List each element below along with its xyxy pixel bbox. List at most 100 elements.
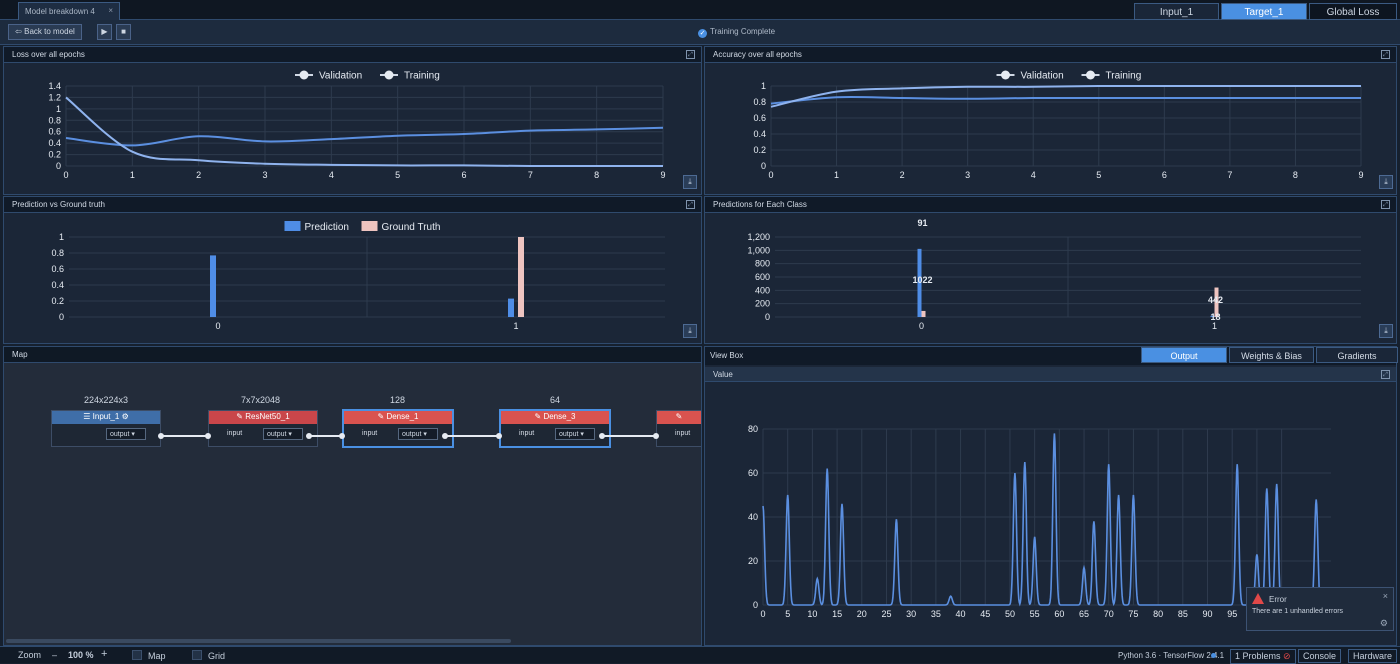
legend-label: Prediction — [305, 222, 349, 233]
node-dense-3[interactable]: ✎ Dense_3 input output ▾ — [499, 409, 611, 448]
back-to-model-button[interactable]: ⇦ Back to model — [8, 24, 82, 40]
port-dot[interactable] — [306, 433, 312, 439]
stop-button[interactable]: ■ — [116, 24, 131, 40]
prediction-vs-ground-truth-chart: 0 0.2 0.4 0.6 0.8 1 0 1 Prediction Ground Truth — [51, 221, 665, 331]
data-label: 91 — [917, 218, 927, 228]
y-tick-label: 1 — [56, 104, 61, 114]
tab-gradients[interactable]: Gradients — [1316, 347, 1398, 363]
tab-output[interactable]: Output — [1141, 347, 1227, 363]
document-tab-label: Model breakdown 4 — [25, 7, 95, 16]
series-line — [762, 433, 1331, 607]
download-icon[interactable]: ⤓ — [1379, 324, 1393, 338]
download-icon[interactable]: ⤓ — [683, 324, 697, 338]
legend-label: Ground Truth — [382, 222, 441, 233]
expand-icon[interactable]: ⤢ — [686, 50, 695, 59]
stop-icon: ■ — [121, 27, 126, 36]
bar — [921, 310, 926, 317]
play-button[interactable]: ▶ — [97, 24, 112, 40]
close-icon[interactable]: × — [108, 6, 113, 15]
console-button[interactable]: Console — [1298, 649, 1342, 663]
node-title: Dense_3 — [543, 412, 576, 421]
output-select[interactable]: output ▾ — [398, 428, 438, 440]
port-dot[interactable] — [442, 433, 448, 439]
tab-global-loss[interactable]: Global Loss — [1309, 3, 1397, 20]
port-dot[interactable] — [599, 433, 605, 439]
checkbox[interactable] — [132, 650, 142, 660]
zoom-label: Zoom — [18, 650, 42, 660]
download-icon[interactable]: ⤓ — [683, 175, 697, 189]
y-tick-label: 0.4 — [753, 129, 766, 139]
tab-weights-bias[interactable]: Weights & Bias — [1229, 347, 1314, 363]
problems-button[interactable]: 1 Problems ⊘ — [1230, 649, 1296, 664]
expand-icon[interactable]: ⤢ — [1381, 370, 1390, 379]
x-tick-label: 40 — [956, 609, 966, 619]
x-tick-label: 9 — [660, 170, 665, 180]
y-tick-label: 0.4 — [51, 280, 64, 290]
output-select-value: output — [402, 431, 422, 438]
node-offscreen[interactable]: ✎ input — [656, 410, 701, 447]
close-icon[interactable]: × — [1383, 591, 1388, 601]
expand-icon[interactable]: ⤢ — [1381, 50, 1390, 59]
node-header: ✎ Dense_3 — [501, 411, 609, 424]
y-tick-label: 40 — [748, 512, 758, 522]
y-tick-label: 0.2 — [51, 296, 64, 306]
x-tick-label: 25 — [881, 609, 891, 619]
x-tick-label: 60 — [1054, 609, 1064, 619]
expand-icon[interactable]: ⤢ — [1381, 200, 1390, 209]
y-tick-label: 80 — [748, 424, 758, 434]
port-dot[interactable] — [158, 433, 164, 439]
x-tick-label: 9 — [1358, 170, 1363, 180]
horizontal-scrollbar[interactable] — [6, 639, 511, 643]
tab-input-1[interactable]: Input_1 — [1134, 3, 1219, 20]
x-tick-label: 10 — [807, 609, 817, 619]
x-tick-label: 50 — [1005, 609, 1015, 619]
accuracy-chart: 0 0.2 0.4 0.6 0.8 1 0 1 2 3 4 5 6 7 8 9 Validation Traini… — [753, 70, 1364, 180]
download-icon[interactable]: ⤓ — [1379, 175, 1393, 189]
pred-gt-panel-title: Prediction vs Ground truth — [12, 200, 105, 209]
settings-icon[interactable]: ⚙ — [1380, 618, 1388, 629]
port-dot[interactable] — [205, 433, 211, 439]
tab-target-1[interactable]: Target_1 — [1221, 3, 1307, 20]
output-select[interactable]: output ▾ — [263, 428, 303, 440]
expand-icon[interactable]: ⤢ — [686, 200, 695, 209]
node-title: ResNet50_1 — [245, 412, 290, 421]
error-toast[interactable]: Error There are 1 unhandled errors × ⚙ — [1246, 587, 1394, 631]
x-tick-label: 5 — [395, 170, 400, 180]
checkbox[interactable] — [192, 650, 202, 660]
legend-marker — [384, 70, 394, 80]
x-tick-label: 1 — [513, 321, 518, 331]
legend-marker — [299, 70, 309, 80]
y-tick-label: 1,200 — [747, 232, 770, 242]
x-tick-label: 7 — [1227, 170, 1232, 180]
zoom-out-button[interactable]: – — [52, 650, 57, 660]
node-input-1[interactable]: ☰ Input_1 ⚙ output ▾ — [51, 410, 161, 447]
y-tick-label: 1 — [59, 232, 64, 242]
node-dense-1[interactable]: ✎ Dense_1 input output ▾ — [342, 409, 454, 448]
y-tick-label: 0.4 — [48, 138, 61, 148]
node-resnet50-1[interactable]: ✎ ResNet50_1 input output ▾ — [208, 410, 318, 447]
x-tick-label: 3 — [262, 170, 267, 180]
settings-icon[interactable]: ⚙ — [119, 412, 129, 421]
map-toggle[interactable]: Map — [132, 650, 166, 661]
y-tick-label: 0.8 — [51, 248, 64, 258]
document-tab[interactable]: Model breakdown 4 × — [18, 2, 120, 20]
y-tick-label: 20 — [748, 556, 758, 566]
output-select[interactable]: output ▾ — [555, 428, 595, 440]
training-status-label: Training Complete — [710, 27, 776, 36]
x-tick-label: 30 — [906, 609, 916, 619]
tab-bar: Model breakdown 4 × Input_1 Target_1 Glob… — [0, 0, 1400, 20]
port-dot[interactable] — [496, 433, 502, 439]
port-dot[interactable] — [339, 433, 345, 439]
y-tick-label: 0.2 — [48, 150, 61, 160]
map-panel-header: Map — [4, 347, 701, 363]
port-dot[interactable] — [653, 433, 659, 439]
output-select[interactable]: output ▾ — [106, 428, 146, 440]
y-tick-label: 1.2 — [48, 92, 61, 102]
zoom-in-button[interactable]: + — [101, 648, 107, 660]
hardware-button[interactable]: Hardware — [1348, 649, 1398, 663]
grid-toggle[interactable]: Grid — [192, 650, 225, 661]
loss-chart: 00.20.40.60.811.21.40 1 2 3 4 5 6 7 8 9Validation… — [48, 70, 666, 180]
input-port-label: input — [519, 430, 535, 437]
y-tick-label: 0.6 — [48, 127, 61, 137]
pred-gt-panel-header: Prediction vs Ground truth ⤢ — [4, 197, 701, 213]
